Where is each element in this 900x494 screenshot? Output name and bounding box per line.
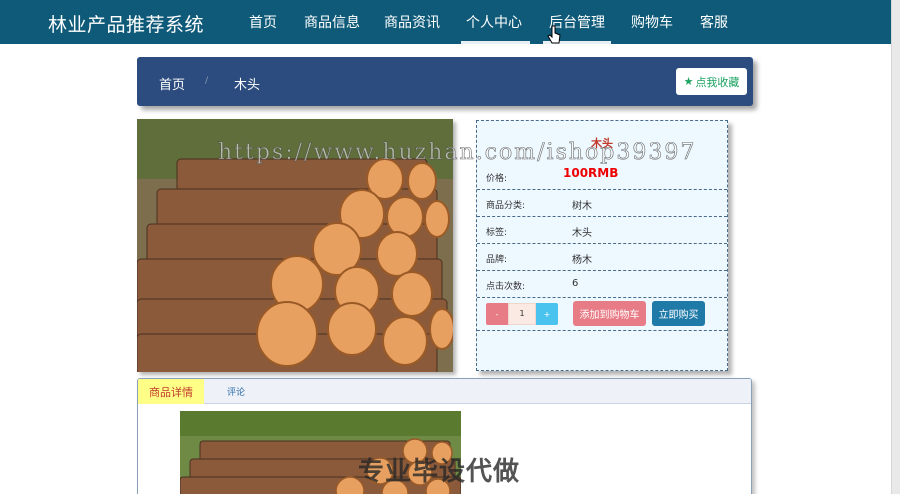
star-icon: ★ [683, 76, 694, 88]
page-scrollbar[interactable] [891, 0, 900, 494]
nav-home[interactable]: 首页 [249, 12, 277, 32]
nav-product-info[interactable]: 商品信息 [304, 12, 360, 32]
brand-row: 品牌: 杨木 [477, 243, 727, 270]
category-row: 商品分类: 树木 [477, 189, 727, 216]
breadcrumb-current: 木头 [234, 78, 261, 93]
favorite-button[interactable]: ★ 点我收藏 [676, 68, 747, 95]
breadcrumb: 首页 / 木头 ★ 点我收藏 [137, 57, 753, 106]
brand-label: 品牌: [486, 255, 508, 265]
top-navbar: 林业产品推荐系统 首页 商品信息 商品资讯 个人中心 后台管理 购物车 客服 [0, 0, 891, 44]
tag-label: 标签: [486, 228, 508, 238]
category-value: 树木 [572, 201, 592, 212]
category-label: 商品分类: [486, 201, 526, 211]
brand-value: 杨木 [572, 255, 592, 266]
nav-product-news[interactable]: 商品资讯 [384, 12, 440, 32]
price-label: 价格: [486, 174, 508, 184]
tab-reviews[interactable]: 评论 [227, 385, 245, 398]
quantity-minus-button[interactable]: - [486, 303, 508, 325]
overlay-watermark: 专业毕设代做 [358, 457, 521, 487]
tab-product-details[interactable]: 商品详情 [138, 379, 204, 404]
purchase-actions: - 1 + 添加到购物车 立即购买 [477, 297, 727, 331]
watermark-text: https://www.huzhan.com/ishop39397 [218, 140, 697, 166]
nav-personal-center[interactable]: 个人中心 [466, 12, 522, 32]
add-to-cart-button[interactable]: 添加到购物车 [573, 301, 646, 326]
detail-tab-bar: 商品详情 评论 [138, 379, 751, 404]
quantity-input[interactable]: 1 [508, 303, 536, 325]
nav-service[interactable]: 客服 [700, 12, 728, 32]
buy-now-button[interactable]: 立即购买 [652, 301, 705, 326]
clicks-row: 点击次数: 6 [477, 270, 727, 297]
tag-value: 木头 [572, 228, 592, 239]
mouse-cursor-icon [547, 25, 561, 44]
tag-row: 标签: 木头 [477, 216, 727, 243]
quantity-plus-button[interactable]: + [536, 303, 558, 325]
clicks-value: 6 [572, 278, 579, 289]
clicks-label: 点击次数: [486, 282, 526, 292]
price-value: 100RMB [563, 166, 619, 180]
breadcrumb-separator: / [205, 76, 209, 86]
nav-cart[interactable]: 购物车 [631, 12, 673, 32]
favorite-button-label: 点我收藏 [695, 76, 740, 89]
site-brand[interactable]: 林业产品推荐系统 [48, 10, 204, 37]
price-row: 价格: 100RMB [477, 163, 727, 190]
breadcrumb-home[interactable]: 首页 [159, 74, 185, 93]
